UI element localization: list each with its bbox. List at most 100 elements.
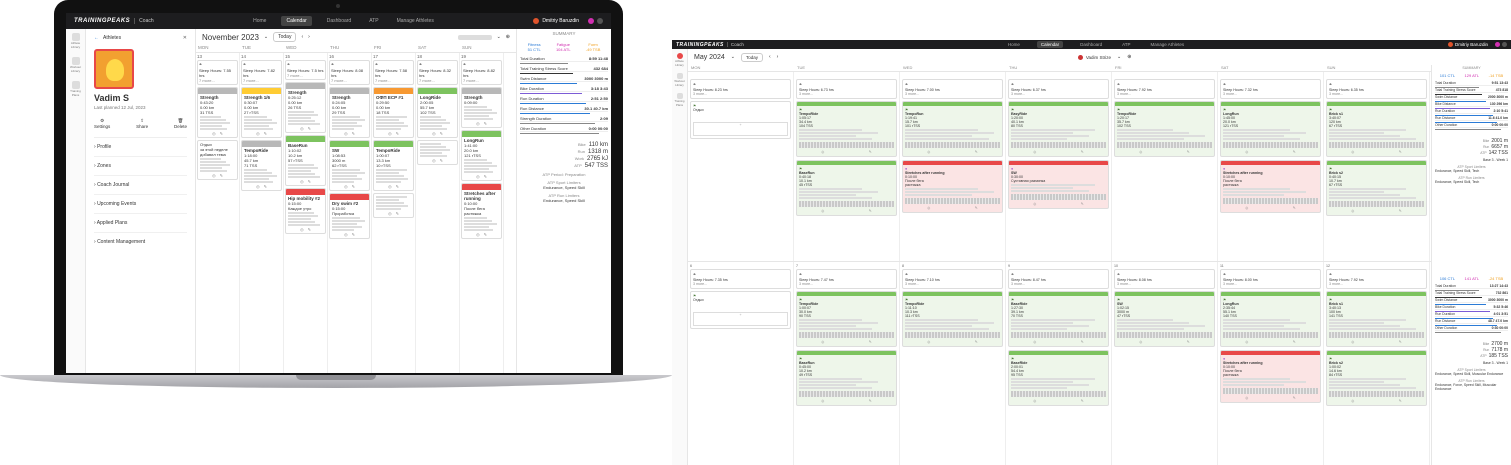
prev-icon[interactable]: ‹ — [301, 34, 303, 40]
comment-icon[interactable]: ◎ — [821, 209, 824, 213]
attachment-icon[interactable]: ✎ — [869, 209, 872, 213]
attachment-icon[interactable]: ✎ — [396, 211, 399, 216]
workout-card[interactable]: Strength 0:09:00 ◎ ✎ — [461, 87, 502, 128]
notification-icon[interactable] — [1495, 42, 1500, 47]
attachment-icon[interactable]: ✎ — [264, 131, 267, 136]
comment-icon[interactable]: ◎ — [256, 131, 260, 136]
metrics-card[interactable]: ◓ Sleep Hours: 7.35 hrs 3 more... — [690, 269, 791, 289]
comment-icon[interactable]: ◎ — [344, 184, 348, 189]
user-menu[interactable]: Dmitriy Baruzdin — [533, 18, 603, 24]
metrics-card[interactable]: ◓ Sleep Hours: 7.92 hrs 3 more... — [1326, 269, 1427, 289]
metrics-card[interactable]: ◓ Sleep Hours: 7.92 hrs 3 more... — [1114, 79, 1215, 99]
nav-dashboard[interactable]: Dashboard — [1077, 41, 1105, 48]
comment-icon[interactable]: ◎ — [300, 179, 304, 184]
more-link[interactable]: 7 more... — [331, 78, 368, 83]
workout-card[interactable]: Dry swim #2 0:15:00 Проработка ◎ ✎ — [329, 193, 370, 239]
comment-icon[interactable]: ◎ — [927, 340, 930, 344]
menu-item-applied-plans[interactable]: › Applied Plans — [94, 214, 187, 233]
comment-icon[interactable]: ◎ — [927, 150, 930, 154]
comment-icon[interactable]: ◎ — [1351, 209, 1354, 213]
nav-manage-athletes[interactable]: Manage Athletes — [394, 16, 437, 26]
attachment-icon[interactable]: ✎ — [1187, 150, 1190, 154]
workout-card[interactable]: Отдых за этой неделе добавил тема ◎ ✎ — [197, 140, 238, 180]
workout-card[interactable]: ⚑ TempoRide 1:20:17 35.7 km 102 TSS ◎ ✎ — [1114, 101, 1215, 157]
metrics-card[interactable]: ◓ Sleep Hours: 6.73 hrs 3 more... — [796, 79, 897, 99]
sidebar-item-workout-library[interactable]: Workout Library — [672, 73, 687, 87]
metrics-card[interactable]: ◓ Sleep Hours: 8.82 hrs 7 more... — [461, 60, 502, 85]
workout-card[interactable]: ⚑ LongRun 1:45:00 20.0 km 121 rTSS ◎ ✎ — [1220, 101, 1321, 157]
comment-icon[interactable]: ◎ — [1351, 399, 1354, 403]
nav-home[interactable]: Home — [1005, 41, 1023, 48]
back-arrow-icon[interactable]: ← — [94, 35, 99, 41]
workout-card[interactable]: BaseRun 1:10:02 10.2 km 57 rTSS ◎ ✎ — [285, 135, 326, 186]
attachment-icon[interactable]: ✎ — [308, 126, 311, 131]
workout-card[interactable]: ⚑ EasyRide 1:20:00 40.1 km 80 TSS ◎ ✎ — [1008, 101, 1109, 157]
expand-icon[interactable] — [1502, 42, 1507, 47]
menu-item-profile[interactable]: › Profile — [94, 138, 187, 157]
expand-icon[interactable] — [597, 18, 603, 24]
workout-card[interactable]: ● Stretches after running 0:10:00 После бег… — [1220, 350, 1321, 403]
comment-icon[interactable]: ◎ — [1351, 150, 1354, 154]
more-link[interactable]: 3 more... — [693, 282, 788, 286]
attachment-icon[interactable]: ✎ — [220, 173, 223, 178]
nav-calendar[interactable]: Calendar — [1036, 41, 1064, 48]
menu-item-upcoming-events[interactable]: › Upcoming Events — [94, 195, 187, 214]
nav-atp[interactable]: ATP — [366, 16, 381, 26]
attachment-icon[interactable]: ✎ — [975, 206, 978, 210]
attachment-icon[interactable]: ✎ — [1293, 340, 1296, 344]
user-menu[interactable]: Dmitriy Baruzdin — [1447, 42, 1507, 47]
metrics-card[interactable]: ◓ Sleep Hours: 7.32 hrs 3 more... — [1220, 79, 1321, 99]
more-link[interactable]: 3 more... — [905, 92, 1000, 96]
workout-card[interactable]: ⚑ BaseRun 0:40:18 10.1 km 45 rTSS ◎ ✎ — [796, 160, 897, 216]
metrics-card[interactable]: ◓ Sleep Hours: 8.23 hrs 3 more... — [690, 79, 791, 99]
metrics-card[interactable]: ◓ Sleep Hours: 7.5 hrs 7 more... — [285, 60, 326, 80]
workout-card[interactable]: ⚑ TempoRide 1:05:17 34.4 km 104 TSS ◎ ✎ — [796, 101, 897, 157]
attachment-icon[interactable]: ✎ — [1399, 399, 1402, 403]
metrics-card[interactable]: ◓ Sleep Hours: 7.10 hrs 3 more... — [902, 269, 1003, 289]
more-link[interactable]: 3 more... — [799, 282, 894, 286]
more-link[interactable]: 3 more... — [905, 282, 1000, 286]
more-link[interactable]: 7 more... — [375, 78, 412, 83]
metrics-card[interactable]: ◓ Sleep Hours: 6.37 hrs 3 more... — [1008, 79, 1109, 99]
workout-card[interactable]: ОФП ЕСР #1 0:29:50 0.00 km 18 TSS ◎ ✎ — [373, 87, 414, 138]
menu-item-coach-journal[interactable]: › Coach Journal — [94, 176, 187, 195]
workout-card[interactable]: SW 1:08:53 3000 m 62 rTSS ◎ ✎ — [329, 140, 370, 191]
workout-card[interactable]: ⚑ BaseRide 1:27:30 39.1 km 70 TSS ◎ ✎ — [1008, 291, 1109, 347]
more-link[interactable]: 3 more... — [1117, 92, 1212, 96]
sidebar-item-training-plans[interactable]: Training Plans — [66, 81, 85, 97]
today-button[interactable]: Today — [273, 32, 297, 42]
workout-card[interactable]: ⚑ Brick s2 1:00:02 14.6 km 84 rTSS ◎ ✎ — [1326, 350, 1427, 406]
workout-card[interactable]: ⚑ TempoRun 1:19:41 15.7 km 101 rTSS ◎ ✎ — [902, 101, 1003, 157]
more-link[interactable]: 3 more... — [1223, 92, 1318, 96]
chevron-down-icon[interactable]: ⌄ — [1117, 54, 1121, 60]
athlete-avatar[interactable] — [94, 49, 134, 89]
comment-icon[interactable]: ◎ — [212, 173, 216, 178]
workout-card[interactable]: LongRun 1:41:00 20.0 km 121 rTSS ◎ ✎ — [461, 130, 502, 181]
more-link[interactable]: 3 more... — [799, 92, 894, 96]
comment-icon[interactable]: ◎ — [476, 174, 480, 179]
chevron-down-icon[interactable]: ⌄ — [731, 54, 735, 60]
comment-icon[interactable]: ◎ — [1033, 150, 1036, 154]
attachment-icon[interactable]: ✎ — [484, 174, 487, 179]
comment-icon[interactable]: ◎ — [927, 206, 930, 210]
workout-card[interactable]: ⚑ TempoRide 1:00:07 30.0 km 90 TSS ◎ ✎ — [796, 291, 897, 347]
metrics-card[interactable]: ◓ Sleep Hours: 8.47 hrs 3 more... — [1008, 269, 1109, 289]
comment-icon[interactable]: ◎ — [388, 184, 392, 189]
attachment-icon[interactable]: ✎ — [1081, 150, 1084, 154]
comment-icon[interactable]: ◎ — [256, 184, 260, 189]
today-button[interactable]: Today — [740, 52, 763, 62]
workout-card[interactable]: ⚑ BaseRun 0:45:00 10.2 km 49 rTSS ◎ ✎ — [796, 350, 897, 406]
workout-card[interactable]: ⚑ Brick s2 0:40:15 10.7 km 67 rTSS ◎ ✎ — [1326, 160, 1427, 216]
workout-card[interactable]: ⚑ Brick s1 3:40:13 100 km 141 TSS ◎ ✎ — [1326, 291, 1427, 347]
target-icon[interactable]: ⊕ — [1127, 54, 1131, 60]
add-workout-box[interactable]: + — [693, 122, 788, 136]
nav-calendar[interactable]: Calendar — [281, 16, 312, 26]
attachment-icon[interactable]: ✎ — [1293, 150, 1296, 154]
more-link[interactable]: 7 more... — [419, 78, 456, 83]
comment-icon[interactable]: ◎ — [476, 232, 480, 237]
attachment-icon[interactable]: ✎ — [975, 150, 978, 154]
comment-icon[interactable]: ◎ — [300, 227, 304, 232]
attachment-icon[interactable]: ✎ — [1081, 399, 1084, 403]
comment-icon[interactable]: ◎ — [1351, 340, 1354, 344]
more-link[interactable]: 3 more... — [1117, 282, 1212, 286]
